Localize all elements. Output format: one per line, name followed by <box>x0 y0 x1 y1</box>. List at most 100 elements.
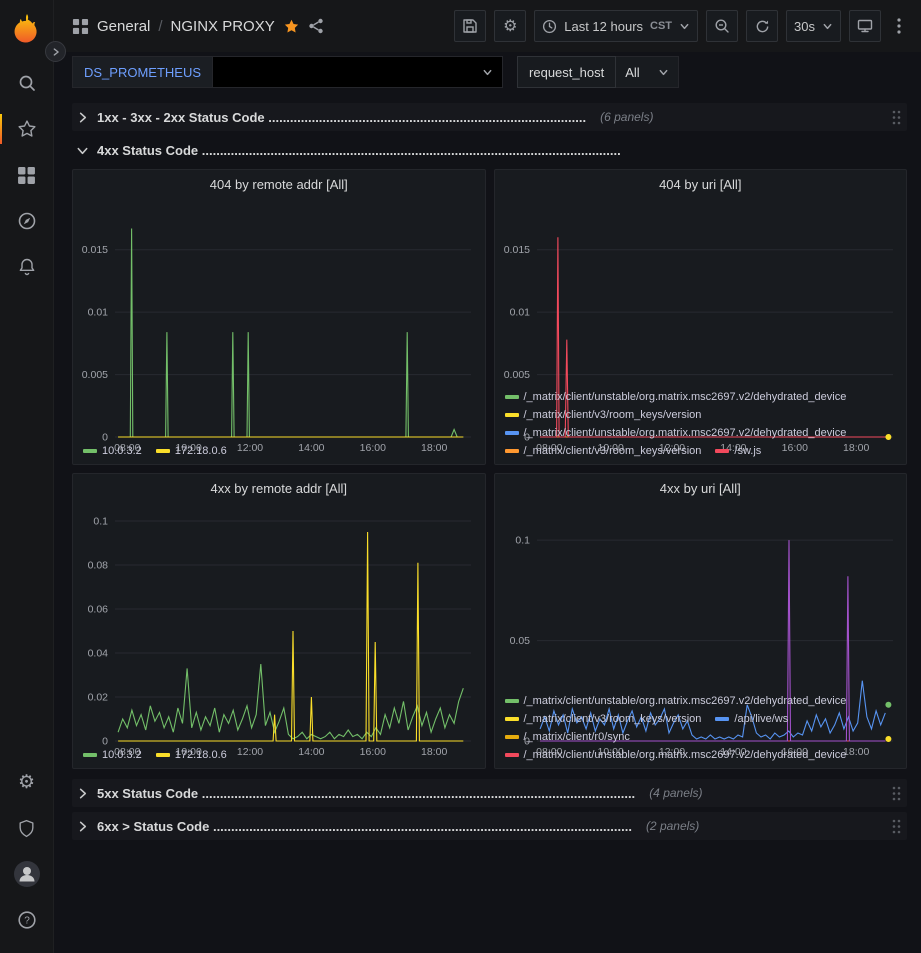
legend-item[interactable]: /sw.js <box>715 442 761 459</box>
sidebar-item-dashboards[interactable] <box>0 152 54 198</box>
legend-item[interactable]: /_matrix/client/unstable/org.matrix.msc2… <box>505 388 847 405</box>
shield-icon <box>17 819 36 838</box>
panel-title[interactable]: 404 by uri [All] <box>495 170 907 198</box>
legend: 10.0.3.2 172.18.0.6 <box>73 744 485 768</box>
chevron-right-icon <box>76 787 89 800</box>
avatar <box>14 861 40 887</box>
legend-swatch <box>505 449 519 453</box>
legend-swatch <box>156 449 170 453</box>
sidebar-item-settings[interactable]: ⚙ <box>0 759 54 805</box>
more-options-button[interactable] <box>889 10 909 42</box>
legend-item[interactable]: /_matrix/client/v3/room_keys/version <box>505 442 702 459</box>
breadcrumb-section[interactable]: General <box>97 18 150 35</box>
legend: 10.0.3.2 172.18.0.6 <box>73 440 485 464</box>
legend-swatch <box>505 413 519 417</box>
chevron-right-icon <box>76 820 89 833</box>
legend-swatch <box>83 449 97 453</box>
legend-item[interactable]: /_matrix/client/unstable/org.matrix.msc2… <box>505 746 847 763</box>
panel-grid: 404 by remote addr [All] 00.0050.010.015… <box>72 169 907 769</box>
refresh-icon <box>755 19 770 34</box>
sidebar-item-server-admin[interactable] <box>0 805 54 851</box>
row-panel-count: (2 panels) <box>646 819 699 833</box>
variables-bar: DS_PROMETHEUS request_host All <box>54 52 921 92</box>
time-range-label: Last 12 hours <box>564 19 643 34</box>
legend-item[interactable]: /_matrix/client/v3/room_keys/version <box>505 710 702 727</box>
gear-icon: ⚙ <box>18 771 35 794</box>
legend-swatch <box>83 753 97 757</box>
chevron-down-icon <box>76 144 89 157</box>
datasource-label: DS_PROMETHEUS <box>72 56 213 88</box>
drag-handle-icon[interactable] <box>892 110 901 125</box>
dashboards-icon <box>17 166 36 185</box>
legend-swatch <box>505 699 519 703</box>
sidebar-item-explore[interactable] <box>0 198 54 244</box>
row-5xx-status-code[interactable]: 5xx Status Code ........................… <box>72 779 907 807</box>
sidebar-item-profile[interactable] <box>0 851 54 897</box>
dashboard-title[interactable]: NGINX PROXY <box>171 18 275 35</box>
legend-label: /_matrix/client/v3/room_keys/version <box>524 445 702 457</box>
legend-item[interactable]: 172.18.0.6 <box>156 442 227 459</box>
sidebar-item-help[interactable]: ? <box>0 897 54 943</box>
save-dashboard-button[interactable] <box>454 10 486 42</box>
grafana-logo[interactable] <box>10 12 44 46</box>
favorite-star-icon[interactable] <box>283 18 300 35</box>
legend-swatch <box>156 753 170 757</box>
legend-item[interactable]: /_matrix/client/r0/sync <box>505 728 630 745</box>
row-1xx-3xx-2xx-status-code[interactable]: 1xx - 3xx - 2xx Status Code ............… <box>72 103 907 131</box>
drag-handle-icon[interactable] <box>892 819 901 834</box>
sidebar-item-alerting[interactable] <box>0 244 54 290</box>
chevron-down-icon <box>658 67 669 78</box>
share-icon[interactable] <box>308 18 324 34</box>
variable-request-host: request_host All <box>517 56 679 88</box>
request-host-select[interactable]: All <box>616 56 678 88</box>
legend-label: /_matrix/client/v3/room_keys/version <box>524 409 702 421</box>
chevron-down-icon <box>679 21 690 32</box>
cycle-view-button[interactable] <box>849 10 881 42</box>
sidebar-item-search[interactable] <box>0 60 54 106</box>
legend-label: 172.18.0.6 <box>175 749 227 761</box>
svg-text:0.05: 0.05 <box>509 635 530 647</box>
refresh-button[interactable] <box>746 10 778 42</box>
legend-item[interactable]: 172.18.0.6 <box>156 746 227 763</box>
row-6xx-status-code[interactable]: 6xx > Status Code ......................… <box>72 812 907 840</box>
legend-swatch <box>505 717 519 721</box>
legend-swatch <box>505 395 519 399</box>
sidebar: ⚙ ? <box>0 0 54 953</box>
legend-item[interactable]: 10.0.3.2 <box>83 442 142 459</box>
dashboard-canvas: 1xx - 3xx - 2xx Status Code ............… <box>54 92 921 953</box>
legend-swatch <box>715 717 729 721</box>
legend-item[interactable]: /api/live/ws <box>715 710 788 727</box>
sidebar-bottom: ⚙ ? <box>0 759 54 943</box>
sidebar-expand-button[interactable] <box>45 41 66 62</box>
legend-item[interactable]: /_matrix/client/unstable/org.matrix.msc2… <box>505 692 847 709</box>
gear-icon: ⚙ <box>503 16 517 36</box>
legend-item[interactable]: /_matrix/client/v3/room_keys/version <box>505 406 702 423</box>
svg-text:0.1: 0.1 <box>515 535 530 547</box>
row-title: 4xx Status Code ........................… <box>97 143 621 158</box>
zoom-out-button[interactable] <box>706 10 738 42</box>
dashboard-settings-button[interactable]: ⚙ <box>494 10 526 42</box>
svg-text:0.015: 0.015 <box>503 244 529 256</box>
time-range-picker[interactable]: Last 12 hours CST <box>534 10 698 42</box>
svg-text:0.005: 0.005 <box>82 369 108 381</box>
legend-label: /_matrix/client/unstable/org.matrix.msc2… <box>524 391 847 403</box>
svg-text:0.01: 0.01 <box>509 307 530 319</box>
star-icon <box>17 119 37 139</box>
panel-404-by-uri: 404 by uri [All] 00.0050.010.01508:0010:… <box>494 169 908 465</box>
sidebar-item-starred[interactable] <box>0 106 54 152</box>
datasource-select[interactable] <box>213 56 503 88</box>
timeseries-chart: 00.0050.010.01508:0010:0012:0014:0016:00… <box>495 198 907 386</box>
legend-item[interactable]: /_matrix/client/unstable/org.matrix.msc2… <box>505 424 847 441</box>
panel-title[interactable]: 4xx by remote addr [All] <box>73 474 485 502</box>
refresh-interval-dropdown[interactable]: 30s <box>786 10 841 42</box>
alerting-icon <box>17 257 37 277</box>
row-4xx-status-code[interactable]: 4xx Status Code ........................… <box>72 136 907 164</box>
legend-item[interactable]: 10.0.3.2 <box>83 746 142 763</box>
legend-swatch <box>505 431 519 435</box>
svg-text:0.06: 0.06 <box>88 604 109 616</box>
panel-title[interactable]: 404 by remote addr [All] <box>73 170 485 198</box>
chevron-right-icon <box>76 111 89 124</box>
drag-handle-icon[interactable] <box>892 786 901 801</box>
panel-title[interactable]: 4xx by uri [All] <box>495 474 907 502</box>
top-navbar: General / NGINX PROXY ⚙ Last 12 hours CS… <box>54 0 921 52</box>
